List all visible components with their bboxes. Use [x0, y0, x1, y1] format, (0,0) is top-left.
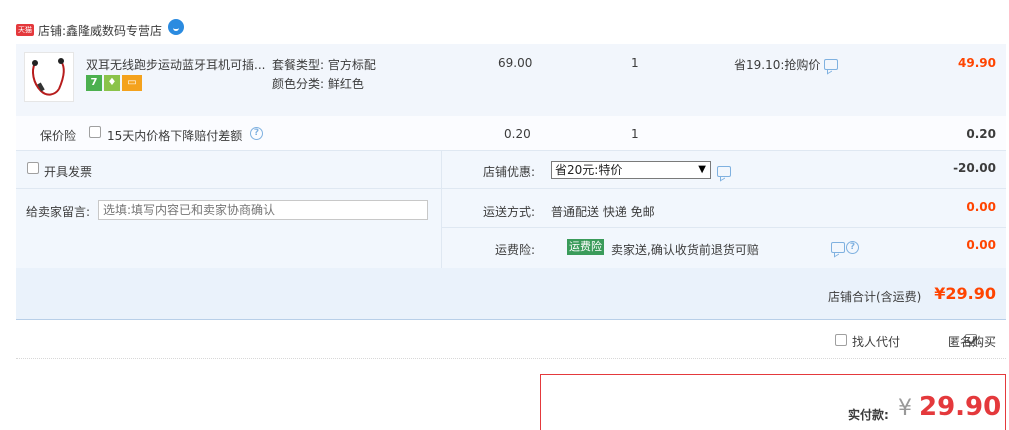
chevron-down-icon: ▼	[698, 164, 706, 175]
tmall-icon: 天猫	[16, 24, 34, 36]
item-service-icons: 7 ♦ ▭	[86, 75, 142, 91]
freight-insurance-label: 运费险:	[495, 243, 536, 257]
earphones-image-icon	[32, 58, 65, 96]
shipping-label: 运送方式:	[483, 205, 536, 219]
item-thumbnail[interactable]	[24, 52, 74, 102]
wangwang-chat-icon[interactable]	[168, 19, 185, 35]
item-price: 69.00	[498, 56, 533, 70]
item-subtotal: 49.90	[958, 56, 996, 70]
insurance-price: 0.20	[504, 127, 531, 141]
panel-vertical-divider	[441, 150, 442, 268]
freight-insurance-text: 卖家送,确认收货前退货可赔	[611, 243, 759, 257]
shop-discount-label: 店铺优惠:	[483, 165, 536, 179]
insurance-help-icon[interactable]: ?	[250, 127, 263, 140]
item-promo: 省19.10:抢购价	[734, 56, 839, 73]
store-total-amount: ¥29.90	[934, 284, 996, 303]
freight-insurance-amount: 0.00	[966, 238, 996, 252]
credit-card-icon[interactable]: ▭	[122, 75, 142, 91]
freight-message-icon[interactable]	[831, 242, 845, 253]
seller-message-label: 给卖家留言:	[26, 205, 91, 219]
freight-help-icon[interactable]: ?	[846, 241, 859, 254]
insurance-label: 保价险	[40, 129, 77, 143]
seven-day-return-icon[interactable]: 7	[86, 75, 102, 91]
shop-prefix: 店铺:	[38, 23, 67, 38]
anonymous-purchase-label[interactable]: 匿名购买	[948, 333, 996, 350]
shop-discount-amount: -20.00	[953, 161, 996, 175]
item-title-link[interactable]: 双耳无线跑步运动蓝牙耳机可插...	[86, 56, 268, 73]
invoice-checkbox[interactable]	[27, 162, 39, 174]
promo-text: 省19.10:抢购价	[734, 58, 821, 72]
shop-discount-select[interactable]: 省20元:特价 ▼	[551, 161, 711, 179]
sku-color: 颜色分类: 鲜红色	[272, 77, 364, 91]
insurance-subtotal: 0.20	[966, 127, 996, 141]
store-total-label: 店铺合计(含运费)	[828, 290, 922, 304]
item-quantity: 1	[631, 56, 639, 70]
guarantee-shield-icon[interactable]: ♦	[104, 75, 120, 91]
shipping-value: 普通配送 快递 免邮	[551, 205, 655, 219]
divider	[16, 358, 1006, 359]
insurance-text: 15天内价格下降赔付差额	[107, 129, 243, 143]
insurance-quantity: 1	[631, 127, 639, 141]
insurance-checkbox[interactable]	[89, 126, 101, 138]
shop-header: 天猫 店铺: 鑫隆威数码专营店	[16, 18, 185, 42]
freight-insurance-icons: ?	[831, 241, 859, 254]
payment-label: 实付款:	[848, 408, 889, 422]
proxy-pay-label[interactable]: 找人代付	[852, 333, 900, 350]
discount-message-icon[interactable]	[717, 166, 731, 177]
payment-currency: ¥	[898, 396, 912, 421]
divider	[441, 227, 1006, 228]
shipping-amount: 0.00	[966, 200, 996, 214]
shop-discount-selected: 省20元:特价	[555, 163, 623, 177]
shop-name-link[interactable]: 鑫隆威数码专营店	[66, 22, 162, 39]
item-row	[16, 44, 1006, 116]
divider	[16, 188, 441, 189]
freight-insurance-badge: 运费险	[567, 239, 604, 255]
divider	[441, 188, 1006, 189]
sku-package: 套餐类型: 官方标配	[272, 58, 376, 72]
payment-amount: 29.90	[919, 392, 1002, 422]
invoice-label: 开具发票	[44, 165, 93, 179]
proxy-pay-checkbox[interactable]	[835, 334, 847, 346]
seller-message-input[interactable]	[98, 200, 428, 220]
promo-message-icon[interactable]	[824, 59, 839, 70]
